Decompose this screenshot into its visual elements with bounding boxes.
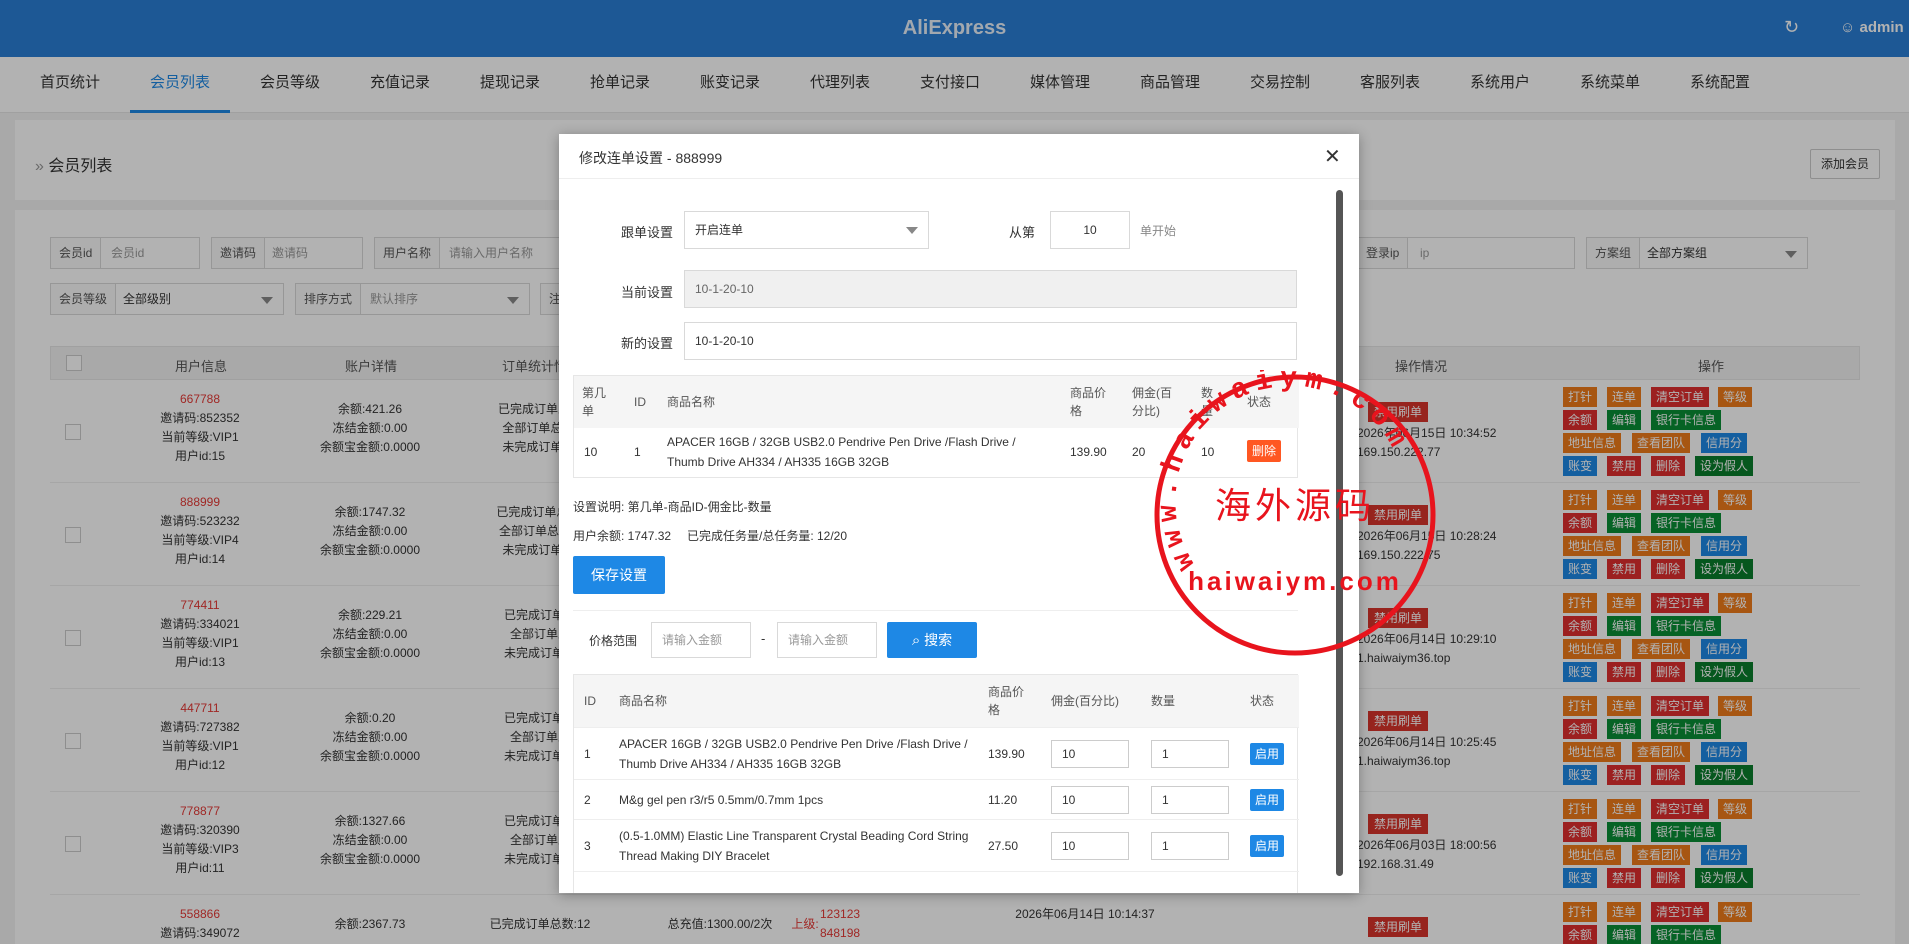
product-name: APACER 16GB / 32GB USB2.0 Pendrive Pen D… bbox=[667, 435, 1016, 469]
range-dash: - bbox=[761, 631, 766, 646]
table-row: 2 M&g gel pen r3/r5 0.5mm/0.7mm 1pcs 11.… bbox=[574, 779, 1299, 819]
product-price: 139.90 bbox=[1070, 445, 1107, 459]
stamp-domain: haiwaiym.com bbox=[1188, 566, 1402, 596]
search-label: 搜索 bbox=[924, 632, 953, 648]
follow-select[interactable]: 开启连单 bbox=[684, 211, 929, 249]
product-name: APACER 16GB / 32GB USB2.0 Pendrive Pen D… bbox=[619, 737, 968, 771]
follow-label: 跟单设置 bbox=[621, 225, 674, 240]
max-price-input[interactable]: 请输入金额 bbox=[777, 622, 877, 658]
stamp-url-path: www.haiwaiym.com bbox=[1153, 370, 1408, 576]
column-header: 商品价格 bbox=[988, 683, 1028, 719]
stamp-brand: 海外源码 bbox=[1215, 486, 1375, 527]
new-setting-input[interactable]: 10-1-20-10 bbox=[684, 322, 1297, 360]
column-header: 商品价格 bbox=[1070, 384, 1110, 420]
column-header: 数量 bbox=[1151, 692, 1176, 710]
stamp-url-text: www.haiwaiym.com bbox=[1153, 370, 1415, 576]
from-label: 从第 bbox=[1009, 225, 1036, 240]
table-row-partial bbox=[574, 871, 1299, 893]
search-icon: ⌕ bbox=[911, 632, 921, 649]
quantity-input[interactable]: 1 bbox=[1151, 832, 1229, 860]
from-suffix: 单开始 bbox=[1140, 224, 1177, 238]
chevron-down-icon bbox=[906, 227, 918, 234]
setting-note: 设置说明: 第几单-商品ID-佣金比-数量 bbox=[573, 500, 772, 514]
commission-input[interactable]: 10 bbox=[1051, 832, 1129, 860]
column-header: 第几单 bbox=[582, 384, 612, 420]
enable-button[interactable]: 启用 bbox=[1250, 789, 1284, 811]
column-header: 状态 bbox=[1250, 692, 1275, 710]
product-price: 27.50 bbox=[988, 839, 1019, 853]
current-label: 当前设置 bbox=[621, 285, 674, 300]
select-value: 开启连单 bbox=[695, 223, 744, 237]
quantity-input[interactable]: 1 bbox=[1151, 740, 1229, 768]
modal-title: 修改连单设置 - 888999 bbox=[579, 150, 723, 166]
task-progress: 已完成任务量/总任务量: 12/20 bbox=[687, 529, 848, 543]
commission: 20 bbox=[1132, 445, 1146, 459]
product-price: 11.20 bbox=[988, 793, 1018, 807]
enable-button[interactable]: 启用 bbox=[1250, 835, 1284, 857]
table-row: 3 (0.5-1.0MM) Elastic Line Transparent C… bbox=[574, 819, 1299, 871]
search-button[interactable]: ⌕ 搜索 bbox=[887, 622, 977, 658]
column-header: ID bbox=[584, 692, 596, 710]
product-table: ID 商品名称 商品价格 佣金(百分比) 数量 状态 1 APACER 16GB… bbox=[573, 674, 1299, 893]
from-order-input[interactable]: 10 bbox=[1050, 211, 1130, 249]
table-row: 1 APACER 16GB / 32GB USB2.0 Pendrive Pen… bbox=[574, 727, 1299, 779]
product-id: 1 bbox=[584, 747, 591, 761]
close-icon[interactable]: ✕ bbox=[1324, 144, 1341, 169]
commission-input[interactable]: 10 bbox=[1051, 786, 1129, 814]
quantity-input[interactable]: 1 bbox=[1151, 786, 1229, 814]
min-price-input[interactable]: 请输入金额 bbox=[651, 622, 751, 658]
product-name: M&g gel pen r3/r5 0.5mm/0.7mm 1pcs bbox=[619, 793, 824, 807]
column-header: 商品名称 bbox=[667, 393, 716, 411]
product-name: (0.5-1.0MM) Elastic Line Transparent Cry… bbox=[619, 829, 969, 863]
column-header: ID bbox=[634, 393, 646, 411]
save-settings-button[interactable]: 保存设置 bbox=[573, 556, 665, 594]
table-header-bg bbox=[574, 675, 1299, 727]
new-label: 新的设置 bbox=[621, 336, 674, 351]
enable-button[interactable]: 启用 bbox=[1250, 743, 1284, 765]
user-balance: 用户余额: 1747.32 bbox=[573, 529, 672, 543]
column-header: 商品名称 bbox=[619, 692, 668, 710]
column-header: 佣金(百分比) bbox=[1051, 692, 1119, 710]
product-id: 3 bbox=[584, 839, 591, 853]
watermark-stamp: www.haiwaiym.com 海外源码 haiwaiym.com bbox=[1153, 370, 1436, 656]
price-range-label: 价格范围 bbox=[589, 634, 638, 648]
commission-input[interactable]: 10 bbox=[1051, 740, 1129, 768]
order-number: 10 bbox=[584, 445, 598, 459]
product-price: 139.90 bbox=[988, 747, 1025, 761]
product-id: 1 bbox=[634, 445, 641, 459]
current-setting-field: 10-1-20-10 bbox=[684, 270, 1297, 308]
modal-header: 修改连单设置 - 888999 ✕ bbox=[559, 134, 1359, 179]
product-id: 2 bbox=[584, 793, 591, 807]
